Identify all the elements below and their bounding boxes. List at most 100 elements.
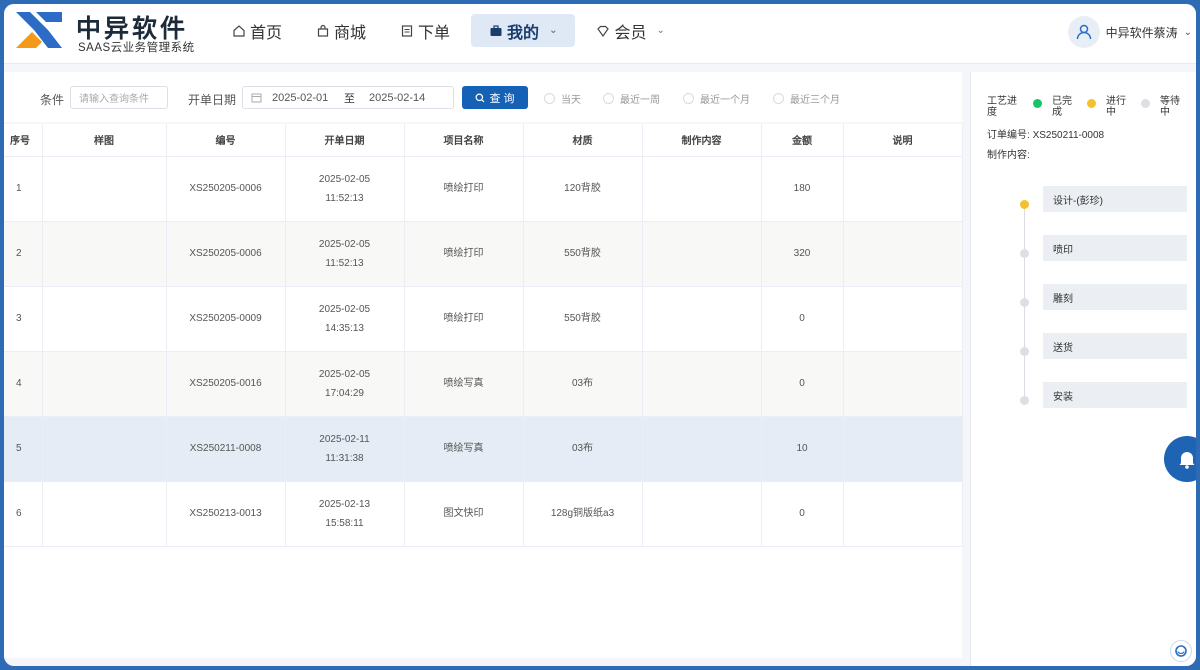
nav-home[interactable]: 首页 (219, 14, 295, 47)
top-header: 中异软件 SAAS云业务管理系统 首页 商城 下单 我的 ⌄ 会员 ⌄ 中异软件… (4, 4, 1196, 64)
cell-material: 128g铜版纸a3 (523, 481, 643, 547)
table-row[interactable]: 1 XS250205-0006 2025-02-05 11:52:13 喷绘打印 … (4, 156, 963, 222)
cell-sample (42, 156, 167, 222)
cell-note (843, 221, 963, 287)
step-label: 喷印 (1053, 244, 1073, 256)
legend-waiting: 等待中 (1141, 96, 1182, 118)
nav-mine[interactable]: 我的 ⌄ (471, 14, 576, 47)
col-header-date[interactable]: 开单日期 (285, 124, 405, 157)
chat-button[interactable] (1170, 640, 1192, 662)
condition-label: 条件 (40, 93, 65, 107)
step-design[interactable]: 设计-(彭珍) (1043, 186, 1187, 212)
query-button[interactable]: 查 询 (462, 86, 528, 109)
filter-bar: 条件 请输入查询条件 开单日期 2025-02-01 至 2025-02-14 … (4, 72, 962, 122)
user-name: 中异软件蔡涛 (1105, 25, 1178, 40)
legend-done-label: 已完成 (1052, 96, 1072, 118)
legend-in-progress: 进行中 (1087, 96, 1130, 118)
nav-order[interactable]: 下单 (387, 14, 463, 47)
cell-note (843, 416, 963, 482)
cell-date-time: 11:31:38 (325, 452, 364, 464)
nav-order-label: 下单 (418, 24, 451, 42)
briefcase-icon (489, 24, 503, 38)
cell-date-day: 2025-02-05 (318, 238, 371, 250)
cell-content (642, 156, 762, 222)
col-header-project[interactable]: 项目名称 (404, 124, 524, 157)
condition-input[interactable]: 请输入查询条件 (70, 86, 168, 109)
cell-sample (42, 286, 167, 352)
table-row[interactable]: 2 XS250205-0006 2025-02-05 11:52:13 喷绘打印 … (4, 221, 963, 287)
cell-project: 图文快印 (404, 481, 524, 547)
date-label: 开单日期 (188, 93, 237, 107)
col-header-content[interactable]: 制作内容 (642, 124, 762, 157)
range-quarter-radio[interactable]: 最近三个月 (773, 91, 840, 106)
cell-index: 1 (4, 156, 43, 222)
cell-content (642, 221, 762, 287)
range-week-radio[interactable]: 最近一周 (603, 91, 660, 106)
diamond-icon (596, 24, 610, 38)
cell-amount: 180 (761, 156, 844, 222)
cell-sample (42, 351, 167, 417)
progress-label: 工艺进度 (987, 96, 1017, 118)
cell-project: 喷绘写真 (404, 351, 524, 417)
chevron-down-icon: ⌄ (656, 25, 665, 36)
shop-bag-icon (316, 24, 330, 38)
brand-subtitle: SAAS云业务管理系统 (78, 42, 195, 54)
status-dot-icon (1087, 99, 1096, 108)
col-header-amount[interactable]: 金额 (761, 124, 844, 157)
col-header-sample[interactable]: 样图 (42, 124, 167, 157)
user-menu[interactable]: 中异软件蔡涛 ⌄ (1067, 16, 1192, 48)
range-today-label: 当天 (561, 95, 581, 106)
cell-code: XS250205-0009 (166, 286, 286, 352)
cell-material: 550背胶 (523, 221, 643, 287)
cell-date-time: 15:58:11 (325, 517, 364, 529)
date-range-picker[interactable]: 2025-02-01 至 2025-02-14 (242, 86, 454, 109)
range-quarter-label: 最近三个月 (790, 95, 840, 106)
table-row[interactable]: 3 XS250205-0009 2025-02-05 14:35:13 喷绘打印 … (4, 286, 963, 352)
cell-note (843, 286, 963, 352)
col-header-index[interactable]: 序号 (4, 124, 43, 157)
cell-amount: 320 (761, 221, 844, 287)
step-label: 雕刻 (1053, 293, 1073, 305)
query-button-label: 查 询 (489, 92, 515, 105)
step-print[interactable]: 喷印 (1043, 235, 1187, 261)
cell-date: 2025-02-05 17:04:29 (285, 351, 405, 417)
col-header-code[interactable]: 编号 (166, 124, 286, 157)
cell-note (843, 351, 963, 417)
table-row-selected[interactable]: 5 XS250211-0008 2025-02-11 11:31:38 喷绘写真 … (4, 416, 963, 482)
step-label: 安装 (1053, 391, 1073, 403)
cell-amount: 0 (761, 481, 844, 547)
orders-table-container: 序号 样图 编号 开单日期 项目名称 材质 制作内容 金额 说明 1 XS250… (4, 124, 963, 658)
cell-date-time: 14:35:13 (325, 322, 364, 334)
step-delivery[interactable]: 送货 (1043, 333, 1187, 359)
table-row[interactable]: 4 XS250205-0016 2025-02-05 17:04:29 喷绘写真 … (4, 351, 963, 417)
home-icon (232, 24, 246, 38)
cell-note (843, 156, 963, 222)
table-row[interactable]: 6 XS250213-0013 2025-02-13 15:58:11 图文快印 … (4, 481, 963, 547)
cell-material: 03布 (523, 416, 643, 482)
legend-waiting-label: 等待中 (1160, 96, 1180, 118)
cell-index: 4 (4, 351, 43, 417)
col-header-note[interactable]: 说明 (843, 124, 963, 157)
order-number-label: 订单编号: (987, 130, 1030, 141)
col-header-material[interactable]: 材质 (523, 124, 643, 157)
range-today-radio[interactable]: 当天 (544, 91, 581, 106)
cell-date-time: 11:52:13 (325, 257, 364, 269)
nav-member[interactable]: 会员 ⌄ (583, 14, 677, 47)
cell-amount: 0 (761, 286, 844, 352)
cell-content (642, 481, 762, 547)
table-header: 序号 样图 编号 开单日期 项目名称 材质 制作内容 金额 说明 (4, 124, 963, 157)
nav-shop[interactable]: 商城 (303, 14, 379, 47)
range-month-radio[interactable]: 最近一个月 (683, 91, 750, 106)
cell-index: 5 (4, 416, 43, 482)
step-status-dot (1020, 200, 1029, 209)
cell-project: 喷绘打印 (404, 221, 524, 287)
chevron-down-icon: ⌄ (1183, 26, 1192, 38)
date-end[interactable]: 2025-02-14 (369, 92, 425, 104)
cell-date-time: 11:52:13 (325, 192, 364, 204)
date-start[interactable]: 2025-02-01 (272, 92, 336, 104)
step-engrave[interactable]: 雕刻 (1043, 284, 1187, 310)
radio-circle (544, 93, 555, 104)
step-install[interactable]: 安装 (1043, 382, 1187, 408)
radio-circle (683, 93, 694, 104)
bell-icon (1178, 449, 1196, 469)
